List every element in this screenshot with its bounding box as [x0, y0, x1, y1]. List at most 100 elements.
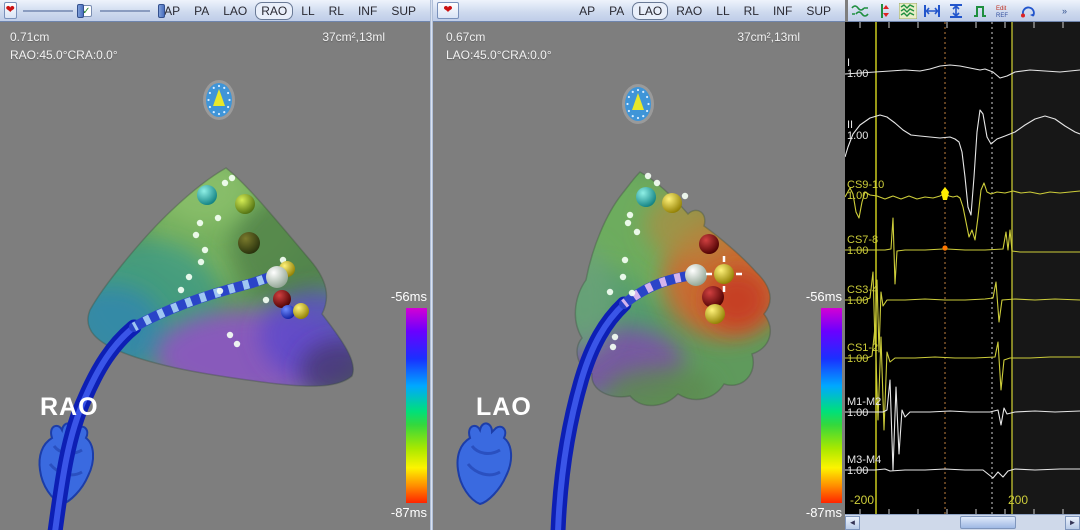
scroll-thumb[interactable] — [960, 516, 1016, 529]
mapping-workstation: ❤ ✓ APPALAORAOLLRLINFSUP 0.71cm RAO:45.0… — [0, 0, 1080, 530]
lao-3d-map[interactable] — [433, 22, 845, 530]
scroll-left-button[interactable]: ◄ — [845, 516, 860, 530]
map-point[interactable] — [222, 180, 228, 186]
map-point[interactable] — [202, 247, 208, 253]
review-region — [1012, 22, 1080, 514]
lesion-sphere-darkolive[interactable] — [238, 232, 260, 254]
amplitude-caliper-icon[interactable] — [947, 3, 965, 19]
signals-stack-icon[interactable] — [899, 3, 917, 19]
annotation-dot[interactable] — [942, 245, 947, 250]
lat-color-scale — [406, 308, 427, 503]
time-caliper-icon[interactable] — [923, 3, 941, 19]
view-button-lao[interactable]: LAO — [632, 2, 668, 20]
view-button-sup[interactable]: SUP — [385, 2, 422, 20]
lesion-sphere-yellowgreen[interactable] — [235, 194, 255, 214]
lesion-sphere-teal[interactable] — [636, 187, 656, 207]
rao-view-label: RAO — [40, 393, 99, 422]
lesion-sphere-white[interactable] — [266, 266, 288, 288]
map-point[interactable] — [198, 259, 204, 265]
map-visibility-button[interactable]: ❤ — [437, 2, 459, 19]
map-point[interactable] — [645, 173, 651, 179]
caliper-updown-icon[interactable] — [875, 3, 893, 19]
scroll-right-button[interactable]: ► — [1065, 516, 1080, 530]
map-point[interactable] — [612, 334, 618, 340]
map-point[interactable] — [620, 274, 626, 280]
map-point[interactable] — [682, 193, 688, 199]
lesion-sphere-yellow[interactable] — [662, 193, 682, 213]
signal-adjust-icon[interactable] — [851, 3, 869, 19]
view-button-lao[interactable]: LAO — [217, 2, 253, 20]
lao-view-label: LAO — [476, 393, 532, 422]
heart-orientation-icon — [458, 423, 512, 504]
map-point[interactable] — [234, 341, 240, 347]
catheter-shaft — [55, 327, 134, 530]
scale-bottom-label: -87ms — [806, 505, 842, 520]
slider-track — [100, 10, 151, 12]
view-button-rao[interactable]: RAO — [670, 2, 708, 20]
slider-thumb[interactable] — [158, 4, 165, 18]
view-button-ap[interactable]: AP — [573, 2, 601, 20]
ecg-chart[interactable]: I1.00II1.00CS9-101.00CS7-81.00CS3-41.00C… — [845, 22, 1080, 514]
map-point[interactable] — [227, 332, 233, 338]
ecg-time-scrollbar[interactable]: ◄ ► — [845, 514, 1080, 530]
lesion-sphere-teal[interactable] — [197, 185, 217, 205]
map-point[interactable] — [229, 175, 235, 181]
svg-text:REF: REF — [996, 13, 1008, 19]
projection-readout: RAO:45.0°CRA:0.0° — [10, 48, 118, 62]
view-button-pa[interactable]: PA — [603, 2, 630, 20]
map-point[interactable] — [186, 274, 192, 280]
map-point[interactable] — [622, 257, 628, 263]
map-point[interactable] — [654, 180, 660, 186]
lesion-sphere-white[interactable] — [685, 264, 707, 286]
trace-gain: 1.00 — [847, 130, 868, 142]
time-axis-right-label: 200 — [1008, 493, 1028, 507]
overflow-icon[interactable]: » — [1059, 3, 1077, 19]
rao-3d-map[interactable] — [0, 22, 430, 530]
lao-map-viewport[interactable]: 0.67cm LAO:45.0°CRA:0.0° 37cm²,13ml LAO … — [433, 22, 845, 530]
map-point[interactable] — [625, 220, 631, 226]
view-button-inf[interactable]: INF — [352, 2, 383, 20]
projection-readout: LAO:45.0°CRA:0.0° — [446, 48, 552, 62]
view-button-ll[interactable]: LL — [710, 2, 735, 20]
slider-thumb[interactable] — [77, 4, 84, 18]
lesion-sphere-darkred[interactable] — [699, 234, 719, 254]
map-point[interactable] — [193, 232, 199, 238]
ecg-toolbar: EditREF » — [848, 0, 1080, 22]
view-button-pa[interactable]: PA — [188, 2, 215, 20]
map-point[interactable] — [629, 290, 635, 296]
area-volume-readout: 37cm²,13ml — [737, 30, 800, 44]
fill-threshold-slider[interactable] — [100, 4, 151, 18]
map-visibility-button[interactable]: ❤ — [4, 2, 17, 19]
view-button-rl[interactable]: RL — [323, 2, 350, 20]
svg-text:»: » — [1062, 6, 1067, 16]
lesion-sphere-blue[interactable] — [281, 305, 295, 319]
map-point[interactable] — [610, 344, 616, 350]
trace-gain: 1.00 — [847, 407, 868, 419]
loop-icon[interactable] — [1019, 3, 1037, 19]
map-point[interactable] — [217, 288, 223, 294]
map-point[interactable] — [607, 289, 613, 295]
map-point[interactable] — [634, 229, 640, 235]
map-point[interactable] — [197, 220, 203, 226]
edit-ref-icon[interactable]: EditREF — [995, 3, 1013, 19]
pulse-icon[interactable] — [971, 3, 989, 19]
orientation-compass-icon — [622, 84, 654, 124]
view-button-ll[interactable]: LL — [295, 2, 320, 20]
view-button-rao[interactable]: RAO — [255, 2, 293, 20]
lesion-sphere-yellow[interactable] — [705, 304, 725, 324]
trace-gain: 1.00 — [847, 295, 868, 307]
rao-map-viewport[interactable]: 0.71cm RAO:45.0°CRA:0.0° 37cm²,13ml RAO … — [0, 22, 430, 530]
map-point[interactable] — [178, 287, 184, 293]
area-volume-readout: 37cm²,13ml — [322, 30, 385, 44]
view-button-rl[interactable]: RL — [738, 2, 765, 20]
lesion-sphere-yellow[interactable] — [293, 303, 309, 319]
map-point[interactable] — [627, 212, 633, 218]
opacity-slider[interactable] — [23, 4, 74, 18]
trace-gain: 1.00 — [847, 245, 868, 257]
view-button-sup[interactable]: SUP — [800, 2, 837, 20]
view-button-inf[interactable]: INF — [767, 2, 798, 20]
map-point[interactable] — [263, 297, 269, 303]
lesion-sphere-yellow[interactable] — [714, 264, 734, 284]
map-point[interactable] — [215, 215, 221, 221]
slider-track — [23, 10, 74, 12]
